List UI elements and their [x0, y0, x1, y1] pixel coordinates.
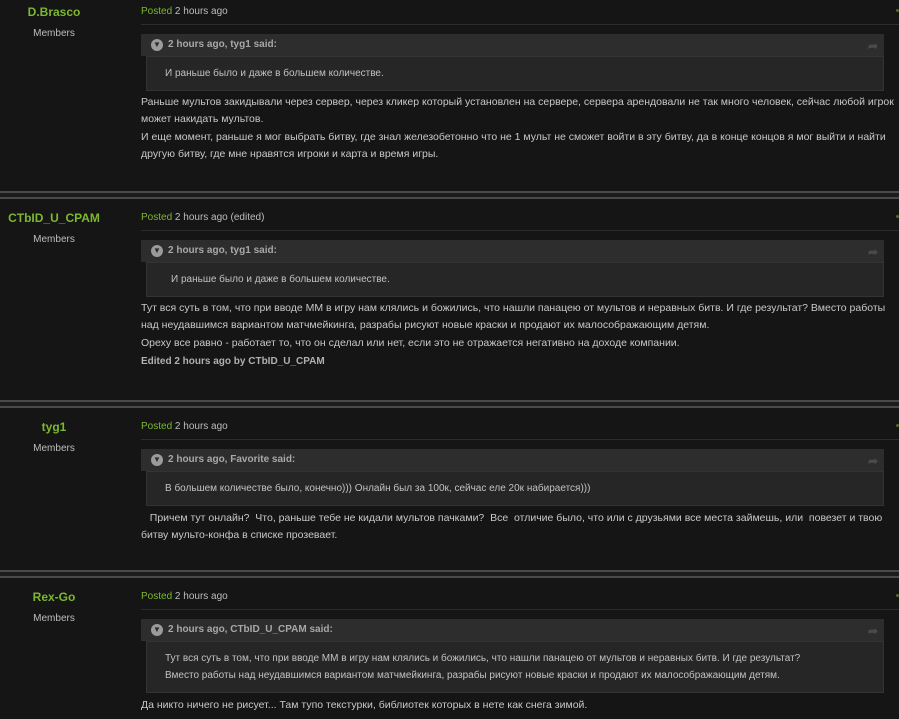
quote-header[interactable]: ▼ 2 hours ago, CTbID_U_CPAM said: ➦	[141, 619, 884, 641]
author-name[interactable]: tyg1	[0, 420, 108, 434]
post-separator	[0, 191, 899, 199]
quote-body: Тут вся суть в том, что при вводе ММ в и…	[146, 641, 884, 693]
post-time[interactable]: 2 hours ago	[175, 591, 228, 602]
quote-header[interactable]: ▼ 2 hours ago, tyg1 said: ➦	[141, 34, 884, 56]
author-group: Members	[33, 443, 75, 454]
post-separator	[0, 400, 899, 408]
post-separator	[0, 570, 899, 578]
quote-header[interactable]: ▼ 2 hours ago, tyg1 said: ➦	[141, 240, 884, 262]
post-content: Posted 2 hours ago ▼ 2 hours ago, CTbID_…	[141, 585, 899, 714]
share-icon[interactable]: ➦	[868, 35, 878, 57]
edited-flag[interactable]: (edited)	[231, 212, 265, 223]
author-name[interactable]: Rex-Go	[0, 590, 108, 604]
quote-header[interactable]: ▼ 2 hours ago, Favorite said: ➦	[141, 449, 884, 471]
chevron-down-icon[interactable]: ▼	[151, 245, 163, 257]
post-content: Posted 2 hours ago ▼ 2 hours ago, Favori…	[141, 415, 899, 544]
quote-line: В большем количестве было, конечно))) Он…	[165, 483, 591, 494]
author-block: D.Brasco Members	[0, 0, 108, 39]
quote-line: И раньше было и даже в большем количеств…	[171, 274, 390, 285]
quote-header-text: 2 hours ago, Favorite said:	[168, 454, 296, 465]
quote-line: И раньше было и даже в большем количеств…	[165, 68, 384, 79]
quote-block: ▼ 2 hours ago, Favorite said: ➦ В больше…	[141, 449, 884, 506]
post-paragraph: Да никто ничего не рисует... Там тупо те…	[141, 699, 588, 711]
quote-body: И раньше было и даже в большем количеств…	[146, 262, 884, 297]
post-paragraph: И еще момент, раньше я мог выбрать битву…	[141, 131, 886, 160]
post-paragraph: Ореху все равно - работает то, что он сд…	[141, 337, 680, 349]
quote-block: ▼ 2 hours ago, CTbID_U_CPAM said: ➦ Тут …	[141, 619, 884, 693]
post-meta: Posted 2 hours ago	[141, 585, 899, 610]
author-block: Rex-Go Members	[0, 585, 108, 624]
posted-label: Posted	[141, 421, 173, 432]
quote-body: В большем количестве было, конечно))) Он…	[146, 471, 884, 506]
quote-line: Тут вся суть в том, что при вводе ММ в и…	[165, 653, 801, 664]
quote-block: ▼ 2 hours ago, tyg1 said: ➦ И раньше был…	[141, 240, 884, 297]
post-time[interactable]: 2 hours ago	[175, 212, 228, 223]
chevron-down-icon[interactable]: ▼	[151, 39, 163, 51]
chevron-down-icon[interactable]: ▼	[151, 454, 163, 466]
posted-label: Posted	[141, 6, 173, 17]
post-body: Да никто ничего не рисует... Там тупо те…	[141, 697, 899, 714]
post-paragraph: Раньше мультов закидывали через сервер, …	[141, 96, 894, 125]
author-group: Members	[33, 613, 75, 624]
quote-block: ▼ 2 hours ago, tyg1 said: ➦ И раньше был…	[141, 34, 884, 91]
author-name[interactable]: D.Brasco	[0, 5, 108, 19]
share-icon[interactable]: ➦	[868, 620, 878, 642]
share-icon[interactable]: ➦	[868, 241, 878, 263]
share-icon[interactable]: ➦	[868, 450, 878, 472]
post-meta: Posted 2 hours ago	[141, 415, 899, 440]
post-time[interactable]: 2 hours ago	[175, 421, 228, 432]
posted-label: Posted	[141, 591, 173, 602]
quote-line: Вместо работы над неудавшимся вариантом …	[165, 670, 780, 681]
quote-header-text: 2 hours ago, tyg1 said:	[168, 39, 277, 50]
post-time[interactable]: 2 hours ago	[175, 6, 228, 17]
quote-body: И раньше было и даже в большем количеств…	[146, 56, 884, 91]
quote-header-text: 2 hours ago, tyg1 said:	[168, 245, 277, 256]
post-body: Причем тут онлайн? Что, раньше тебе не к…	[141, 510, 899, 544]
author-group: Members	[33, 234, 75, 245]
author-name[interactable]: CTbID_U_CPAM	[0, 211, 108, 225]
post-paragraph: Причем тут онлайн? Что, раньше тебе не к…	[141, 512, 886, 541]
chevron-down-icon[interactable]: ▼	[151, 624, 163, 636]
post-meta: Posted 2 hours ago	[141, 0, 899, 25]
post-content: Posted 2 hours ago (edited) ▼ 2 hours ag…	[141, 206, 899, 367]
author-block: tyg1 Members	[0, 415, 108, 454]
post-content: Posted 2 hours ago ▼ 2 hours ago, tyg1 s…	[141, 0, 899, 163]
author-group: Members	[33, 28, 75, 39]
quote-header-text: 2 hours ago, CTbID_U_CPAM said:	[168, 624, 333, 635]
edited-note: Edited 2 hours ago by CTbID_U_CPAM	[141, 356, 325, 367]
author-block: CTbID_U_CPAM Members	[0, 206, 108, 245]
posted-label: Posted	[141, 212, 173, 223]
post-body: Тут вся суть в том, что при вводе ММ в и…	[141, 300, 899, 367]
post-body: Раньше мультов закидывали через сервер, …	[141, 94, 899, 163]
post-paragraph: Тут вся суть в том, что при вводе ММ в и…	[141, 302, 886, 331]
post-meta: Posted 2 hours ago (edited)	[141, 206, 899, 231]
